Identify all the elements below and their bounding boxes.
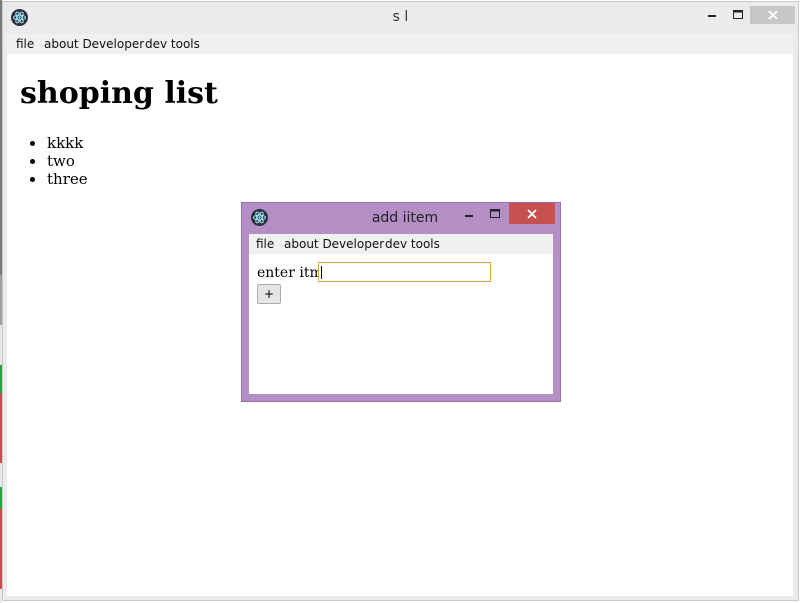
dialog-maximize-button[interactable] — [482, 203, 508, 224]
main-window-title: s l — [392, 9, 409, 25]
minimize-icon — [708, 15, 716, 17]
menu-about-developer[interactable]: about Developer — [284, 237, 384, 251]
menu-dev-tools[interactable]: dev tools — [145, 37, 200, 51]
main-menubar: file about Developer dev tools — [7, 34, 793, 54]
menu-dev-tools[interactable]: dev tools — [385, 237, 440, 251]
item-input[interactable] — [318, 262, 491, 282]
close-icon — [527, 208, 537, 219]
list-item: kkkk — [20, 134, 88, 152]
page-title: shoping list — [20, 76, 218, 111]
shopping-list: kkkk two three — [20, 134, 88, 188]
dialog-content: enter itm + — [249, 254, 553, 394]
list-item: three — [20, 170, 88, 188]
add-item-window: add iitem file about Developer dev tools… — [241, 202, 561, 402]
close-button[interactable] — [750, 6, 795, 24]
close-icon — [767, 10, 778, 20]
maximize-icon — [490, 208, 500, 218]
dialog-minimize-button[interactable] — [456, 203, 482, 224]
minimize-button[interactable] — [699, 6, 725, 24]
item-field-label: enter itm — [257, 265, 323, 281]
maximize-icon — [733, 10, 743, 19]
add-item-button[interactable]: + — [257, 284, 281, 304]
menu-file[interactable]: file — [16, 37, 34, 51]
dialog-close-button[interactable] — [509, 203, 555, 224]
menu-file[interactable]: file — [256, 237, 274, 251]
text-caret — [321, 266, 322, 279]
main-titlebar[interactable]: s l — [3, 2, 798, 34]
menu-about-developer[interactable]: about Developer — [44, 37, 144, 51]
list-item: two — [20, 152, 88, 170]
dialog-menubar: file about Developer dev tools — [249, 234, 553, 254]
maximize-button[interactable] — [725, 6, 751, 24]
minimize-icon — [465, 214, 473, 217]
